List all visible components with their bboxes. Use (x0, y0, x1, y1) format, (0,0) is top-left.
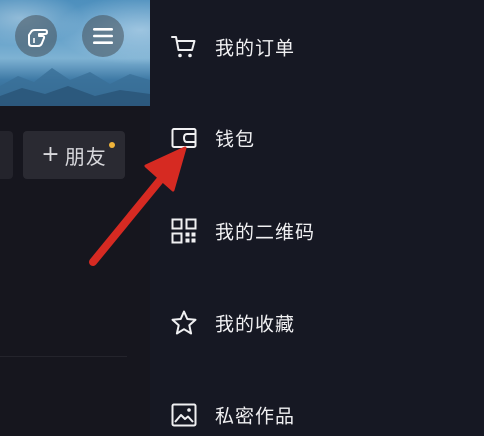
add-friend-button[interactable]: + 朋友 (23, 131, 125, 179)
hand-pointer-button[interactable] (15, 15, 57, 57)
menu-item-wallet[interactable]: 钱包 (150, 108, 484, 168)
menu-item-label: 我的收藏 (215, 313, 296, 336)
menu-item-my-favorites[interactable]: 我的收藏 (150, 293, 484, 353)
mountain-silhouette (0, 68, 150, 106)
menu-item-label: 我的订单 (215, 37, 296, 60)
hamburger-icon (93, 28, 113, 44)
star-icon (170, 309, 198, 337)
edit-profile-button[interactable] (0, 131, 13, 179)
notification-dot (109, 142, 115, 148)
hand-pointer-icon (28, 29, 48, 47)
menu-item-label: 我的二维码 (215, 221, 316, 244)
private-image-icon (170, 401, 198, 429)
menu-item-my-orders[interactable]: 我的订单 (150, 17, 484, 77)
menu-button[interactable] (82, 15, 124, 57)
menu-item-label: 私密作品 (215, 405, 296, 428)
profile-panel: + 朋友 (0, 0, 150, 436)
side-drawer-menu: 我的订单 钱包 我的二维码 我的收藏 私密作品 (150, 0, 484, 436)
wallet-icon (170, 124, 198, 152)
menu-item-my-qr-code[interactable]: 我的二维码 (150, 201, 484, 261)
qr-code-icon (170, 217, 198, 245)
app-screen: + 朋友 我的订单 钱包 我的二维码 我的收藏 私密作品 (0, 0, 484, 436)
profile-cover-image (0, 0, 150, 106)
add-friend-label: 朋友 (64, 144, 107, 169)
shopping-cart-icon (170, 33, 198, 61)
menu-item-label: 钱包 (215, 128, 256, 151)
plus-icon: + (41, 142, 61, 167)
divider (0, 356, 127, 357)
menu-item-private-works[interactable]: 私密作品 (150, 385, 484, 436)
